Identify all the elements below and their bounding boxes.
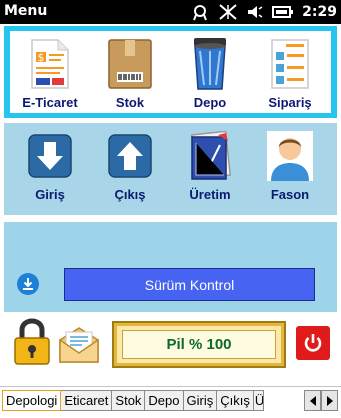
- connectivity-icon: [193, 5, 208, 21]
- tab-giris[interactable]: Giriş: [183, 390, 218, 411]
- battery-status-icon: [272, 6, 294, 18]
- tile-label: Çıkış: [114, 187, 146, 202]
- arrow-up-icon: [105, 127, 155, 185]
- tab-stok[interactable]: Stok: [112, 390, 146, 411]
- speaker-icon: [248, 6, 263, 18]
- tile-cikis[interactable]: Çıkış: [90, 123, 170, 213]
- tile-label: Sipariş: [268, 95, 312, 110]
- trash-bin-icon: [185, 35, 235, 93]
- tile-fason[interactable]: Fason: [250, 123, 330, 213]
- tile-giris[interactable]: Giriş: [10, 123, 90, 213]
- lock-icon[interactable]: [12, 316, 52, 366]
- order-form-icon: [265, 35, 315, 93]
- tile-label: E-Ticaret: [22, 95, 78, 110]
- status-bar: Menu 2:29: [0, 0, 341, 24]
- tile-siparis[interactable]: Sipariş: [250, 31, 330, 121]
- box-icon: [105, 35, 155, 93]
- tile-label: Stok: [115, 95, 145, 110]
- power-icon[interactable]: [296, 326, 330, 360]
- operations-panel: Giriş Çıkış Üretim Fason: [4, 123, 337, 215]
- tile-depo[interactable]: Depo: [170, 31, 250, 121]
- invoice-icon: $: [25, 35, 75, 93]
- main-modules-panel: $ E-Ticaret Stok Depo Sipariş: [4, 26, 337, 118]
- tab-bar: Depologi Eticaret Stok Depo Giriş Çıkış …: [0, 386, 341, 418]
- download-icon[interactable]: [17, 273, 39, 295]
- battery-status: Pil % 100: [112, 321, 286, 368]
- clock: 2:29: [302, 4, 337, 20]
- status-title: Menu: [4, 3, 48, 19]
- no-signal-icon: [219, 4, 237, 20]
- tab-eticaret[interactable]: Eticaret: [61, 390, 113, 411]
- chart-document-icon: [185, 127, 235, 185]
- tile-label: Giriş: [35, 187, 65, 202]
- tile-stok[interactable]: Stok: [90, 31, 170, 121]
- mail-icon[interactable]: [58, 326, 100, 364]
- tab-uretim-partial[interactable]: Ü: [253, 390, 264, 411]
- tile-label: Fason: [270, 187, 310, 202]
- tab-scroll-left-icon[interactable]: [304, 390, 321, 411]
- tab-scroll: [304, 390, 338, 411]
- person-icon: [265, 127, 315, 185]
- version-check-button[interactable]: Sürüm Kontrol: [64, 268, 315, 301]
- arrow-down-icon: [25, 127, 75, 185]
- tab-scroll-right-icon[interactable]: [321, 390, 338, 411]
- tile-e-ticaret[interactable]: $ E-Ticaret: [10, 31, 90, 121]
- main-modules-inner: $ E-Ticaret Stok Depo Sipariş: [10, 31, 331, 113]
- svg-text:$: $: [38, 51, 45, 64]
- tile-label: Depo: [193, 95, 227, 110]
- tile-uretim[interactable]: Üretim: [170, 123, 250, 213]
- tab-depo[interactable]: Depo: [145, 390, 184, 411]
- tab-depologi[interactable]: Depologi: [2, 390, 62, 411]
- tab-cikis[interactable]: Çıkış: [217, 390, 254, 411]
- tile-label: Üretim: [189, 187, 231, 202]
- battery-text: Pil % 100: [166, 336, 232, 353]
- status-icons: 2:29: [190, 2, 337, 22]
- tabs: Depologi Eticaret Stok Depo Giriş Çıkış …: [2, 390, 264, 411]
